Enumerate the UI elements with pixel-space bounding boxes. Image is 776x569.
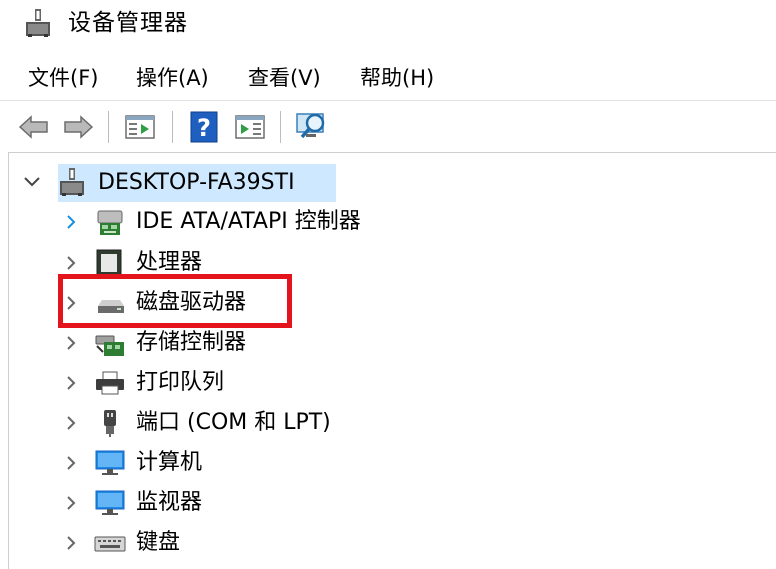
tree-item-label: 监视器: [136, 490, 203, 515]
svg-text:?: ?: [197, 114, 211, 142]
storage-controller-icon: [95, 335, 124, 356]
menu-help[interactable]: 帮助(H): [358, 58, 436, 98]
window-title: 设备管理器: [68, 10, 188, 36]
forward-icon[interactable]: [60, 109, 96, 145]
menu-bar: 文件(F) 操作(A) 查看(V) 帮助(H): [0, 58, 776, 98]
tree-item[interactable]: IDE ATA/ATAPI 控制器: [0, 202, 776, 242]
device-manager-icon: [26, 9, 50, 37]
tree-root-label: DESKTOP-FA39STI: [98, 170, 295, 195]
chevron-right-icon[interactable]: [64, 535, 78, 551]
menu-view[interactable]: 查看(V): [246, 58, 323, 98]
computer-icon: [95, 450, 125, 475]
tree-item[interactable]: 端口 (COM 和 LPT): [0, 403, 776, 443]
title-bar: 设备管理器: [0, 0, 776, 48]
chevron-right-icon[interactable]: [64, 375, 78, 391]
chevron-down-icon[interactable]: [22, 174, 42, 190]
help-icon[interactable]: ?: [186, 109, 222, 145]
tree-item[interactable]: 存储控制器: [0, 323, 776, 363]
chevron-right-icon[interactable]: [64, 255, 78, 271]
toolbar-separator: [108, 111, 109, 143]
port-icon: [104, 410, 116, 437]
chevron-right-icon[interactable]: [64, 335, 78, 351]
tree-item-label: IDE ATA/ATAPI 控制器: [136, 209, 361, 234]
tree-item-label: 打印队列: [136, 370, 225, 395]
tree-item[interactable]: 监视器: [0, 483, 776, 523]
back-icon[interactable]: [16, 109, 52, 145]
scan-hardware-icon[interactable]: [294, 109, 330, 145]
tree-item-label: 计算机: [136, 450, 203, 475]
menu-file[interactable]: 文件(F): [26, 58, 100, 98]
tree-item-label: 键盘: [136, 530, 181, 555]
printer-icon: [96, 371, 124, 395]
chevron-right-icon[interactable]: [64, 214, 78, 230]
tree-item[interactable]: 打印队列: [0, 363, 776, 403]
toolbar-separator: [172, 111, 173, 143]
keyboard-icon: [94, 536, 126, 552]
tree-item-label: 端口 (COM 和 LPT): [136, 410, 331, 435]
monitor-icon: [95, 490, 125, 515]
ide-controller-icon: [97, 210, 123, 235]
tree-item-label: 存储控制器: [136, 330, 247, 355]
chevron-right-icon[interactable]: [64, 495, 78, 511]
computer-root-icon: [60, 168, 84, 196]
menu-action[interactable]: 操作(A): [134, 58, 211, 98]
tree-item[interactable]: 计算机: [0, 443, 776, 483]
update-driver-icon[interactable]: [232, 109, 268, 145]
chevron-right-icon[interactable]: [64, 455, 78, 471]
toolbar-separator: [280, 111, 281, 143]
annotation-highlight-box: [58, 274, 292, 328]
properties-icon[interactable]: [122, 109, 158, 145]
tree-item[interactable]: 键盘: [0, 523, 776, 563]
chevron-right-icon[interactable]: [64, 415, 78, 431]
toolbar: ?: [0, 100, 776, 153]
